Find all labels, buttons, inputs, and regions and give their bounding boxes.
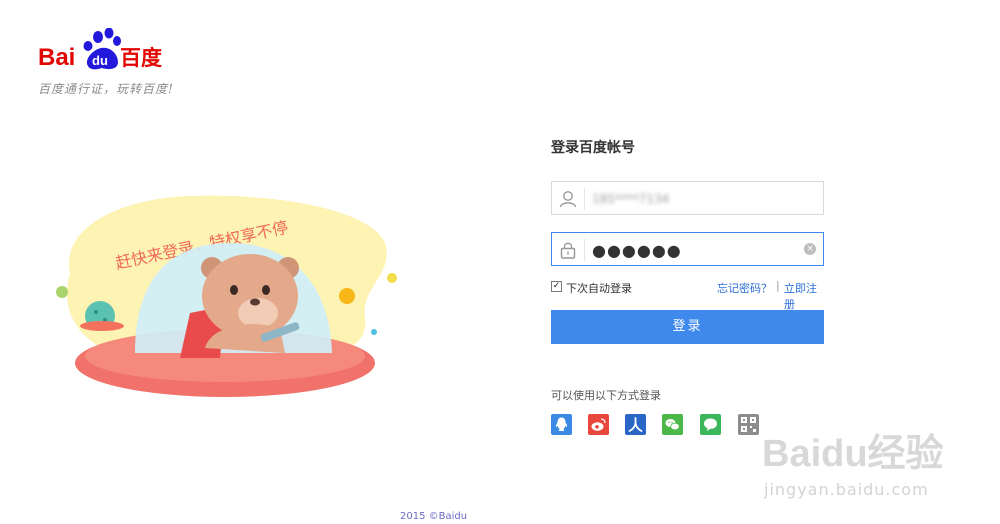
other-login-title: 可以使用以下方式登录 xyxy=(551,389,661,402)
link-separator: | xyxy=(776,279,780,292)
remember-label[interactable]: 下次自动登录 xyxy=(566,280,632,296)
watermark: Baidu经验 jingyan.baidu.com xyxy=(762,418,998,518)
field-divider xyxy=(584,239,585,261)
weibo-icon[interactable] xyxy=(588,414,609,435)
watermark-brand: Baidu经验 xyxy=(762,433,944,475)
qrcode-icon[interactable] xyxy=(738,414,759,435)
password-input[interactable] xyxy=(592,238,802,262)
green-dot xyxy=(56,286,68,298)
username-input[interactable] xyxy=(592,187,802,211)
qq-icon[interactable] xyxy=(551,414,572,435)
remember-row: ✓ 下次自动登录 忘记密码？ | 立即注册 xyxy=(551,279,824,311)
feixin-icon[interactable] xyxy=(700,414,721,435)
logo-paw-text: du xyxy=(92,53,108,68)
hero-illustration: 赶快来登录，特权享不停 xyxy=(40,178,410,418)
login-button[interactable]: 登录 xyxy=(551,310,824,344)
password-field[interactable]: × xyxy=(551,232,824,266)
copyright: 2015 ©Baidu xyxy=(400,511,468,522)
username-field[interactable] xyxy=(551,181,824,215)
wechat-icon[interactable] xyxy=(662,414,683,435)
lock-icon xyxy=(558,240,578,260)
baidu-logo[interactable]: Bai du 百度 xyxy=(38,28,178,76)
logo-latin: Bai xyxy=(38,44,75,71)
forgot-password-link[interactable]: 忘记密码？ xyxy=(717,280,772,296)
register-link[interactable]: 立即注册 xyxy=(784,280,824,312)
renren-icon[interactable] xyxy=(625,414,646,435)
logo-cn: 百度 xyxy=(120,46,162,70)
login-title: 登录百度帐号 xyxy=(551,140,635,156)
remember-checkbox[interactable]: ✓ xyxy=(551,281,562,292)
user-icon xyxy=(558,189,578,209)
watermark-url: jingyan.baidu.com xyxy=(764,480,929,499)
field-divider xyxy=(584,188,585,210)
slogan: 百度通行证，玩转百度! xyxy=(38,82,174,96)
clear-icon[interactable]: × xyxy=(804,243,816,255)
